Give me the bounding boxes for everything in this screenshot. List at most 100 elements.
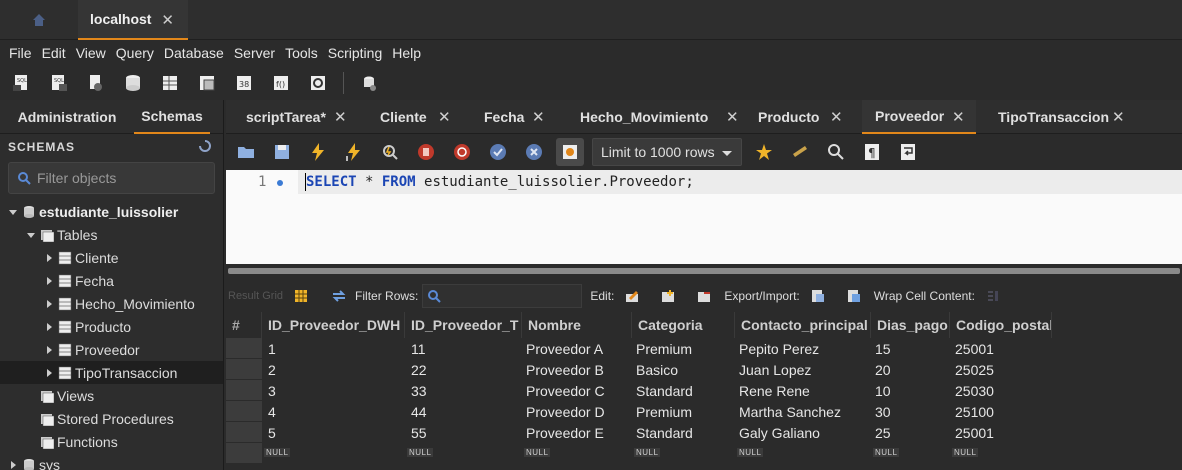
execute-current-button[interactable] [340, 138, 368, 166]
sidebar-item-hecho-movimiento[interactable]: Hecho_Movimiento [0, 292, 223, 315]
open-file-button[interactable] [232, 138, 260, 166]
refresh-button[interactable] [329, 286, 349, 306]
chevron-right-icon[interactable] [8, 460, 18, 470]
table-cell[interactable]: Proveedor D [520, 401, 605, 422]
insert-row-button[interactable] [658, 286, 678, 306]
tab-proveedor[interactable]: Proveedor ✕ [862, 100, 976, 134]
row-header[interactable] [226, 338, 262, 359]
connection-tab[interactable]: localhost ✕ [78, 0, 188, 40]
schema-node-sys[interactable]: sys [0, 453, 223, 470]
close-icon[interactable]: ✕ [334, 108, 347, 126]
row-header[interactable] [226, 401, 262, 422]
tab-cliente[interactable]: Cliente ✕ [364, 100, 460, 134]
filter-rows-input[interactable] [422, 284, 583, 308]
menu-edit[interactable]: Edit [37, 45, 71, 61]
delete-row-button[interactable] [694, 286, 714, 306]
table-cell[interactable]: Premium [630, 338, 692, 359]
sidebar-item-tipotransaccion[interactable]: TipoTransaccion [0, 361, 223, 384]
table-cell[interactable]: 4 [262, 401, 276, 422]
grid-view-button[interactable] [291, 286, 311, 306]
column-header[interactable]: Contacto_principal [735, 312, 871, 338]
column-header[interactable]: ID_Proveedor_T [405, 312, 522, 338]
row-header[interactable] [226, 443, 262, 464]
inspector-button[interactable] [82, 69, 110, 97]
search-table-data-button[interactable] [304, 69, 332, 97]
close-icon[interactable]: ✕ [532, 108, 545, 126]
table-cell[interactable]: 33 [405, 380, 427, 401]
close-icon[interactable]: ✕ [1112, 108, 1125, 126]
table-cell[interactable]: 3 [262, 380, 276, 401]
create-view-button[interactable] [193, 69, 221, 97]
null-badge[interactable]: NULL [873, 448, 900, 457]
table-cell[interactable]: Martha Sanchez [733, 401, 841, 422]
tab-tipotransaccion[interactable]: TipoTransaccion ✕ [986, 100, 1132, 134]
table-row[interactable]: 1 11 Proveedor A Premium Pepito Perez 15… [226, 338, 1182, 359]
tab-schemas[interactable]: Schemas [134, 100, 210, 134]
open-sql-button[interactable]: SQL [45, 69, 73, 97]
null-badge[interactable]: NULL [407, 448, 434, 457]
table-cell[interactable]: 25025 [949, 359, 994, 380]
table-row[interactable]: 5 55 Proveedor E Standard Galy Galiano 2… [226, 422, 1182, 443]
table-cell[interactable]: 11 [405, 338, 426, 359]
chevron-right-icon[interactable] [44, 345, 54, 355]
commit-button[interactable] [484, 138, 512, 166]
chevron-right-icon[interactable] [44, 299, 54, 309]
refresh-icon[interactable] [199, 140, 211, 152]
autocommit-toggle[interactable] [556, 138, 584, 166]
tab-scripttarea[interactable]: scriptTarea* ✕ [226, 100, 354, 134]
close-icon[interactable]: ✕ [161, 11, 174, 29]
invisible-chars-button[interactable]: ¶ [858, 138, 886, 166]
result-grid[interactable]: # ID_Proveedor_DWH ID_Proveedor_T Nombre… [226, 312, 1182, 470]
chevron-right-icon[interactable] [44, 276, 54, 286]
menu-server[interactable]: Server [229, 45, 280, 61]
sidebar-item-producto[interactable]: Producto [0, 315, 223, 338]
table-cell[interactable]: 22 [405, 359, 427, 380]
sidebar-item-proveedor[interactable]: Proveedor [0, 338, 223, 361]
table-cell[interactable]: 25030 [949, 380, 994, 401]
wrap-lines-button[interactable] [894, 138, 922, 166]
table-cell[interactable]: Rene Rene [733, 380, 810, 401]
table-cell[interactable]: 25100 [949, 401, 994, 422]
sidebar-item-fecha[interactable]: Fecha [0, 269, 223, 292]
table-cell[interactable]: 20 [869, 359, 891, 380]
menu-view[interactable]: View [71, 45, 111, 61]
null-badge[interactable]: NULL [264, 448, 291, 457]
beautify-button[interactable] [786, 138, 814, 166]
rollback-button[interactable] [520, 138, 548, 166]
table-cell[interactable]: 25001 [949, 338, 994, 359]
null-badge[interactable]: NULL [737, 448, 764, 457]
table-cell[interactable]: 1 [262, 338, 276, 359]
null-badge[interactable]: NULL [952, 448, 979, 457]
create-procedure-button[interactable]: 38 [230, 69, 258, 97]
filter-objects-input[interactable]: Filter objects [8, 162, 215, 194]
wrap-cell-toggle[interactable] [983, 286, 1003, 306]
row-header[interactable] [226, 380, 262, 401]
chevron-down-icon[interactable] [8, 207, 18, 217]
sidebar-item-cliente[interactable]: Cliente [0, 246, 223, 269]
stored-procedures-node[interactable]: Stored Procedures [0, 407, 223, 430]
table-cell[interactable]: Proveedor C [520, 380, 605, 401]
table-cell[interactable]: Proveedor E [520, 422, 604, 443]
column-header[interactable]: Nombre [522, 312, 632, 338]
close-icon[interactable]: ✕ [952, 108, 965, 126]
export-button[interactable] [808, 286, 828, 306]
table-cell[interactable]: Proveedor A [520, 338, 603, 359]
column-header[interactable]: ID_Proveedor_DWH [262, 312, 405, 338]
scrollbar-thumb[interactable] [228, 268, 1180, 274]
edit-row-button[interactable] [622, 286, 642, 306]
horizontal-scrollbar[interactable] [226, 264, 1182, 276]
table-row[interactable]: 3 33 Proveedor C Standard Rene Rene 10 2… [226, 380, 1182, 401]
table-cell[interactable]: 55 [405, 422, 427, 443]
table-row[interactable]: 4 44 Proveedor D Premium Martha Sanchez … [226, 401, 1182, 422]
schema-node[interactable]: estudiante_luissolier [0, 200, 223, 223]
toggle-continue-on-error-button[interactable] [448, 138, 476, 166]
table-cell[interactable]: 30 [869, 401, 891, 422]
table-cell[interactable]: Premium [630, 401, 692, 422]
table-cell[interactable]: 25 [869, 422, 891, 443]
tables-node[interactable]: Tables [0, 223, 223, 246]
limit-rows-select[interactable]: Limit to 1000 rows [592, 138, 742, 166]
chevron-down-icon[interactable] [26, 230, 36, 240]
null-badge[interactable]: NULL [524, 448, 551, 457]
import-button[interactable] [844, 286, 864, 306]
table-cell[interactable]: Galy Galiano [733, 422, 820, 443]
